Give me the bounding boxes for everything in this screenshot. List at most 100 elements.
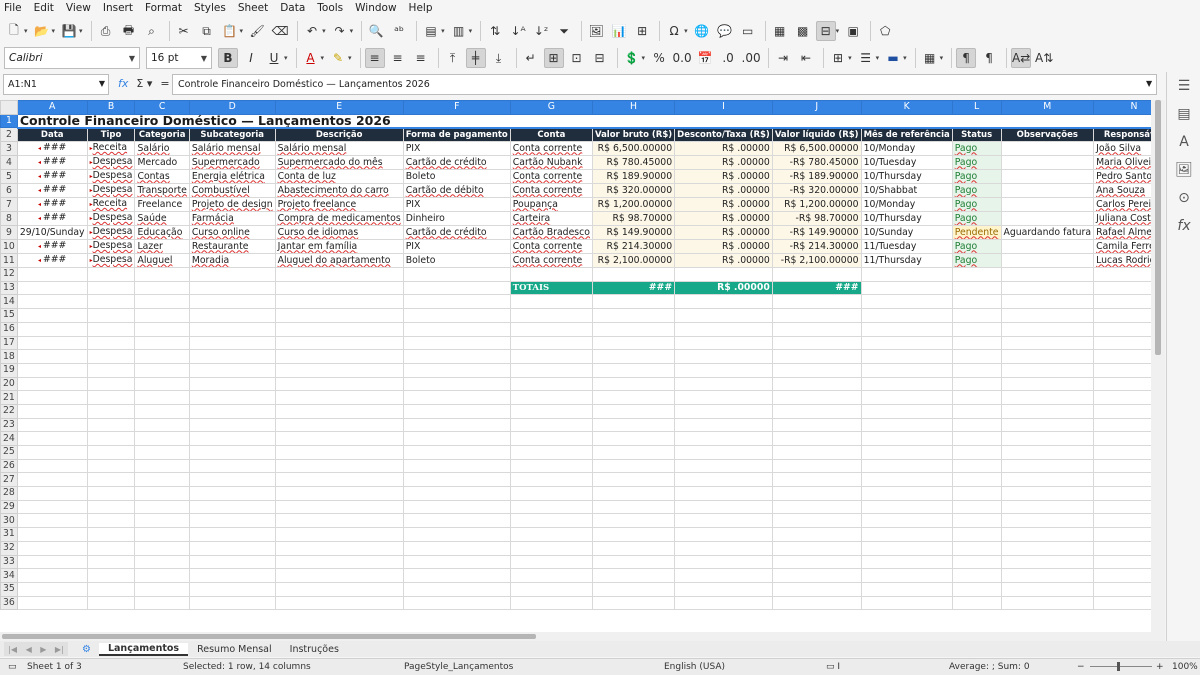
cell[interactable]	[1000, 267, 1095, 282]
table-cell[interactable]: ▸Despesa	[86, 253, 136, 269]
cell[interactable]	[16, 376, 88, 392]
cell[interactable]	[188, 280, 276, 296]
table-cell[interactable]: R$ 6,500.00000	[771, 141, 862, 157]
table-cell[interactable]: R$ .00000	[674, 197, 773, 213]
right-to-left-icon[interactable]: ¶	[979, 48, 999, 68]
cell[interactable]	[402, 472, 511, 488]
table-cell[interactable]: R$ .00000	[674, 169, 773, 185]
table-cell[interactable]	[1000, 239, 1095, 255]
cell[interactable]	[86, 595, 136, 611]
cell[interactable]	[509, 568, 593, 583]
cell[interactable]	[1093, 280, 1151, 296]
cell[interactable]	[402, 403, 511, 419]
cell[interactable]	[16, 445, 88, 460]
row-header-28[interactable]: 28	[0, 486, 18, 501]
selection-mode-icon[interactable]: ▭ I	[826, 662, 840, 672]
cell[interactable]	[674, 431, 773, 446]
cell[interactable]	[591, 308, 676, 323]
cell[interactable]	[509, 403, 593, 419]
column-header-m[interactable]: M	[1000, 100, 1095, 115]
table-cell[interactable]: Conta corrente	[509, 253, 593, 269]
cell[interactable]	[16, 403, 88, 419]
zoom-out-icon[interactable]: −	[1077, 662, 1085, 672]
bold-icon[interactable]: B	[218, 48, 238, 68]
cell[interactable]	[274, 499, 404, 515]
table-cell[interactable]: ▸Despesa	[86, 225, 136, 241]
cell[interactable]	[86, 376, 136, 392]
table-cell[interactable]: Lazer	[134, 239, 190, 255]
table-cell[interactable]: -R$ 320.00000	[771, 183, 862, 199]
column-title[interactable]: Valor bruto (R$)	[591, 127, 676, 143]
cell[interactable]	[402, 554, 511, 570]
vertical-scrollbar[interactable]	[1151, 100, 1165, 641]
table-cell[interactable]: R$ 780.45000	[591, 155, 676, 171]
cell[interactable]	[134, 294, 190, 310]
table-cell[interactable]: Contas	[134, 169, 190, 185]
table-cell[interactable]: 11/Tuesday	[860, 239, 953, 255]
column-header-f[interactable]: F	[402, 100, 511, 115]
cell[interactable]	[16, 362, 88, 378]
cell[interactable]	[860, 376, 953, 392]
cell[interactable]	[402, 390, 511, 405]
cell[interactable]	[860, 403, 953, 419]
clone-formatting-icon[interactable]: 🖌	[247, 21, 267, 41]
cell[interactable]	[860, 294, 953, 310]
cell[interactable]	[674, 349, 773, 364]
row-header-8[interactable]: 8	[0, 211, 18, 227]
table-cell[interactable]: Pago	[951, 197, 1002, 213]
cell[interactable]	[860, 595, 953, 611]
navigator-icon[interactable]: ⊙	[1167, 184, 1200, 212]
table-cell[interactable]: Ana Souza	[1093, 183, 1151, 199]
cell[interactable]	[1093, 267, 1151, 282]
row-header-16[interactable]: 16	[0, 321, 18, 337]
increase-indent-icon[interactable]: ⇥	[773, 48, 793, 68]
cell[interactable]	[509, 527, 593, 542]
cell[interactable]	[674, 335, 773, 351]
font-color-icon[interactable]: A	[301, 48, 321, 68]
column-title[interactable]: Conta	[509, 127, 593, 143]
cell[interactable]	[16, 499, 88, 515]
row-header-3[interactable]: 3	[0, 141, 18, 157]
cell[interactable]	[402, 513, 511, 529]
add-decimal-icon[interactable]: .0	[718, 48, 738, 68]
cell[interactable]	[771, 486, 862, 501]
cell[interactable]	[1000, 581, 1095, 597]
cell[interactable]	[86, 540, 136, 556]
cell[interactable]	[860, 349, 953, 364]
cell[interactable]	[188, 431, 276, 446]
cell[interactable]	[402, 280, 511, 296]
cell[interactable]	[402, 349, 511, 364]
cell[interactable]	[16, 349, 88, 364]
cell[interactable]	[134, 390, 190, 405]
cell[interactable]	[1000, 568, 1095, 583]
table-cell[interactable]: Dinheiro	[402, 211, 511, 227]
cell[interactable]	[591, 376, 676, 392]
table-cell[interactable]: R$ 6,500.00000	[591, 141, 676, 157]
cell[interactable]	[771, 417, 862, 433]
table-cell[interactable]: Projeto freelance	[274, 197, 404, 213]
cell[interactable]	[771, 527, 862, 542]
table-cell[interactable]: ▸Despesa	[86, 155, 136, 171]
table-cell[interactable]: Freelance	[134, 197, 190, 213]
row-header-33[interactable]: 33	[0, 554, 18, 570]
row-header-24[interactable]: 24	[0, 431, 18, 446]
cell[interactable]	[16, 431, 88, 446]
table-cell[interactable]: -R$ 780.45000	[771, 155, 862, 171]
cell[interactable]	[274, 458, 404, 474]
cell[interactable]	[591, 513, 676, 529]
font-name-combo[interactable]: Calibri ▼	[4, 47, 140, 69]
table-cell[interactable]: R$ 98.70000	[591, 211, 676, 227]
table-cell[interactable]: PIX	[402, 197, 511, 213]
table-cell[interactable]: -R$ 149.90000	[771, 225, 862, 241]
cell[interactable]	[274, 349, 404, 364]
table-cell[interactable]: R$ 149.90000	[591, 225, 676, 241]
cell[interactable]	[951, 335, 1002, 351]
table-cell[interactable]: 10/Sunday	[860, 225, 953, 241]
table-cell[interactable]: Poupança	[509, 197, 593, 213]
table-cell[interactable]: Saúde	[134, 211, 190, 227]
unmerge-cells-icon[interactable]: ⊟	[590, 48, 610, 68]
table-cell[interactable]: Supermercado do mês	[274, 155, 404, 171]
cell[interactable]	[274, 540, 404, 556]
cell[interactable]	[1000, 486, 1095, 501]
cell[interactable]	[274, 267, 404, 282]
